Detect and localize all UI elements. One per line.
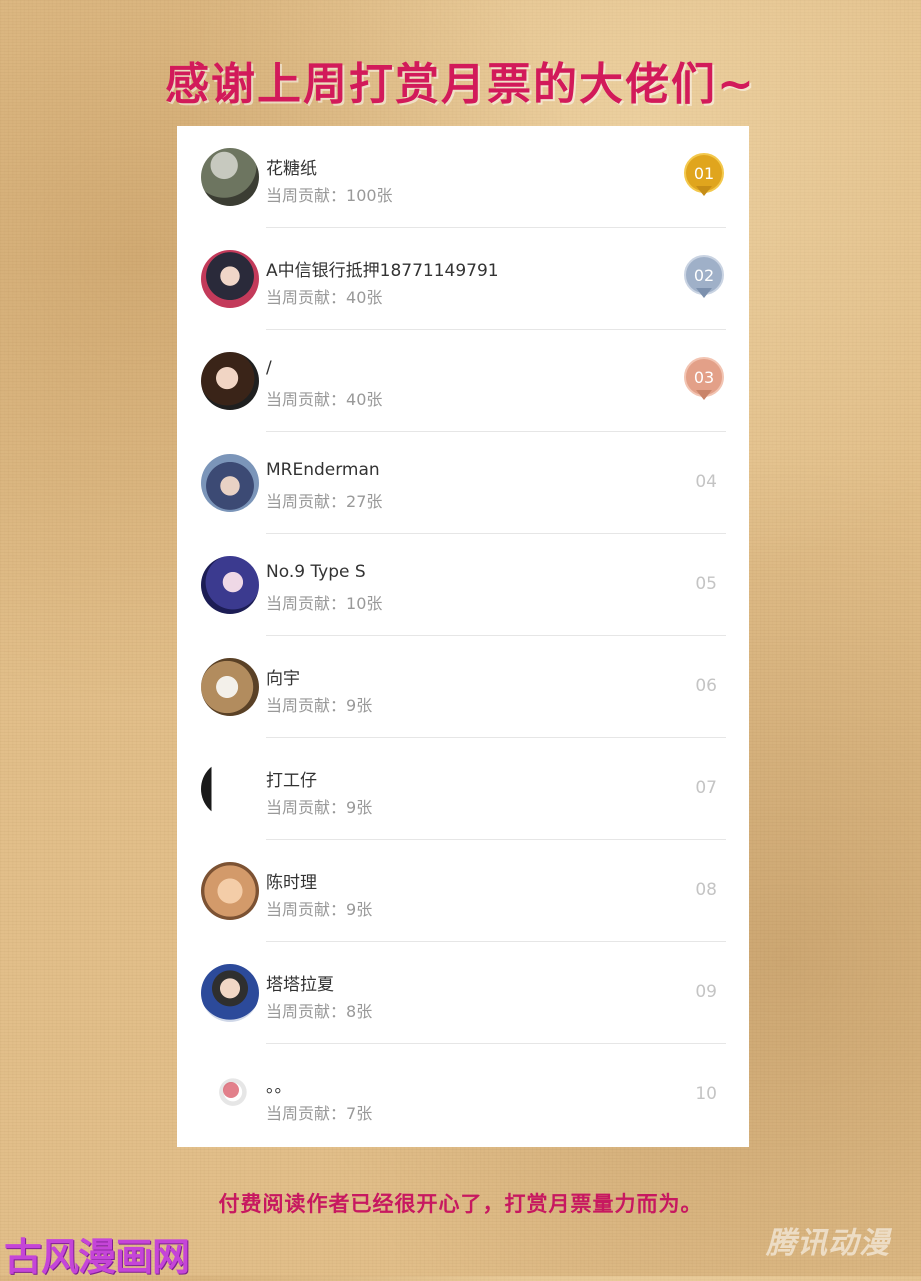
watermark-logo-right: 腾讯动漫 [766, 1226, 890, 1261]
avatar[interactable] [201, 760, 259, 818]
contribution-label: 当周贡献： [266, 1104, 347, 1123]
contribution-value: 9张 [346, 900, 373, 919]
ranking-list: 花糖纸 当周贡献：100张 01 A中信银行抵押18771149791 当周贡献… [177, 126, 749, 1147]
user-name: No.9 Type S [266, 562, 366, 582]
list-item[interactable]: No.9 Type S 当周贡献：10张 05 [177, 534, 749, 636]
user-name: A中信银行抵押18771149791 [266, 261, 499, 281]
contribution-value: 9张 [346, 798, 373, 817]
user-name: 打工仔 [266, 771, 317, 791]
list-item[interactable]: 。。 当周贡献：7张 10 [177, 1044, 749, 1147]
list-item[interactable]: A中信银行抵押18771149791 当周贡献：40张 02 [177, 228, 749, 330]
contribution-text: 当周贡献：9张 [266, 896, 372, 920]
avatar[interactable] [201, 454, 259, 512]
avatar[interactable] [201, 862, 259, 920]
contribution-value: 40张 [346, 390, 383, 409]
avatar[interactable] [201, 148, 259, 206]
avatar[interactable] [201, 556, 259, 614]
list-item[interactable]: 塔塔拉夏 当周贡献：8张 09 [177, 942, 749, 1044]
contribution-text: 当周贡献：27张 [266, 488, 382, 512]
contribution-label: 当周贡献： [266, 1002, 347, 1021]
contribution-text: 当周贡献：9张 [266, 794, 372, 818]
contribution-text: 当周贡献：10张 [266, 590, 382, 614]
avatar[interactable] [201, 352, 259, 410]
user-name: 陈时理 [266, 873, 317, 893]
contribution-value: 40张 [346, 288, 383, 307]
contribution-value: 9张 [346, 696, 373, 715]
rank-number: 04 [695, 472, 717, 492]
rank-number: 07 [695, 778, 717, 798]
contribution-text: 当周贡献：40张 [266, 386, 382, 410]
avatar[interactable] [201, 1066, 259, 1124]
footer-note: 付费阅读作者已经很开心了，打赏月票量力而为。 [218, 1192, 703, 1216]
contribution-text: 当周贡献：8张 [266, 998, 372, 1022]
contribution-text: 当周贡献：100张 [266, 182, 393, 206]
list-item[interactable]: / 当周贡献：40张 03 [177, 330, 749, 432]
list-item[interactable]: 打工仔 当周贡献：9张 07 [177, 738, 749, 840]
contribution-value: 10张 [346, 594, 383, 613]
rank-number: 08 [695, 880, 717, 900]
contribution-label: 当周贡献： [266, 798, 347, 817]
contribution-value: 100张 [346, 186, 393, 205]
bronze-medal-icon: 03 [684, 357, 724, 403]
contribution-text: 当周贡献：40张 [266, 284, 382, 308]
avatar[interactable] [201, 250, 259, 308]
user-name: MREnderman [266, 460, 380, 480]
rank-number: 09 [695, 982, 717, 1002]
medal-ribbon-icon [696, 186, 712, 196]
watermark-logo-left: 古风漫画网 [4, 1235, 190, 1279]
gold-medal-icon: 01 [684, 153, 724, 199]
contribution-value: 8张 [346, 1002, 373, 1021]
avatar[interactable] [201, 658, 259, 716]
contribution-value: 27张 [346, 492, 383, 511]
user-name: 向宇 [266, 669, 300, 689]
avatar[interactable] [201, 964, 259, 1022]
list-item[interactable]: 陈时理 当周贡献：9张 08 [177, 840, 749, 942]
contribution-label: 当周贡献： [266, 492, 347, 511]
contribution-label: 当周贡献： [266, 696, 347, 715]
rank-number: 06 [695, 676, 717, 696]
user-name: / [266, 358, 272, 378]
medal-ribbon-icon [696, 390, 712, 400]
contribution-label: 当周贡献： [266, 186, 347, 205]
contribution-text: 当周贡献：7张 [266, 1100, 372, 1124]
silver-medal-icon: 02 [684, 255, 724, 301]
user-name: 。。 [266, 1077, 292, 1097]
page-title: 感谢上周打赏月票的大佬们~ [165, 59, 756, 110]
user-name: 花糖纸 [266, 159, 317, 179]
contribution-label: 当周贡献： [266, 900, 347, 919]
list-item[interactable]: 向宇 当周贡献：9张 06 [177, 636, 749, 738]
contribution-label: 当周贡献： [266, 288, 347, 307]
contribution-label: 当周贡献： [266, 390, 347, 409]
list-item[interactable]: 花糖纸 当周贡献：100张 01 [177, 126, 749, 228]
user-name: 塔塔拉夏 [266, 975, 334, 995]
medal-ribbon-icon [696, 288, 712, 298]
contribution-value: 7张 [346, 1104, 373, 1123]
contribution-label: 当周贡献： [266, 594, 347, 613]
rank-number: 10 [695, 1084, 717, 1104]
contribution-text: 当周贡献：9张 [266, 692, 372, 716]
rank-number: 05 [695, 574, 717, 594]
list-item[interactable]: MREnderman 当周贡献：27张 04 [177, 432, 749, 534]
